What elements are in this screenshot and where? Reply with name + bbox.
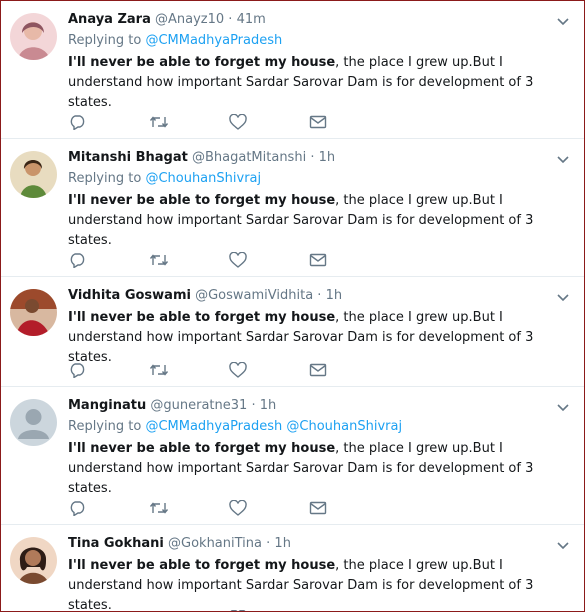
separator-dot: · bbox=[317, 288, 322, 303]
replying-to: Replying to @CMMadhyaPradesh bbox=[68, 32, 570, 50]
replying-label: Replying to bbox=[68, 33, 142, 48]
retweet-icon bbox=[149, 500, 169, 516]
tweet[interactable]: Mitanshi Bhagat @BhagatMitanshi · 1h Rep… bbox=[1, 139, 584, 277]
tweet[interactable]: Manginatu @guneratne31 · 1h Replying to … bbox=[1, 387, 584, 525]
retweet-button[interactable] bbox=[149, 361, 229, 379]
chevron-down-icon[interactable] bbox=[556, 13, 570, 26]
user-handle[interactable]: @GokhaniTina bbox=[168, 536, 262, 551]
user-handle[interactable]: @BhagatMitanshi bbox=[192, 150, 306, 165]
reply-button[interactable] bbox=[69, 251, 149, 269]
separator-dot: · bbox=[266, 536, 271, 551]
retweet-icon bbox=[149, 362, 169, 378]
replying-label: Replying to bbox=[68, 419, 142, 434]
like-button[interactable] bbox=[229, 499, 309, 517]
mention-link[interactable]: @CMMadhyaPradesh bbox=[145, 33, 282, 48]
user-handle[interactable]: @Anayz10 bbox=[155, 12, 224, 27]
separator-dot: · bbox=[251, 398, 256, 413]
tweet-text: I'll never be able to forget my house, t… bbox=[68, 556, 570, 611]
avatar[interactable] bbox=[10, 13, 57, 60]
timeline: Anaya Zara @Anayz10 · 41m Replying to @C… bbox=[0, 0, 585, 612]
tweet-header: Mitanshi Bhagat @BhagatMitanshi · 1h bbox=[68, 149, 570, 167]
avatar[interactable] bbox=[10, 289, 57, 336]
user-name[interactable]: Manginatu bbox=[68, 398, 146, 413]
separator-dot: · bbox=[310, 150, 315, 165]
tweet[interactable]: Vidhita Goswami @GoswamiVidhita · 1h I'l… bbox=[1, 277, 584, 387]
like-button[interactable] bbox=[229, 361, 309, 379]
tweet-header: Manginatu @guneratne31 · 1h bbox=[68, 397, 570, 415]
dm-button[interactable] bbox=[309, 361, 389, 379]
tweet-header: Anaya Zara @Anayz10 · 41m bbox=[68, 11, 570, 29]
dm-button[interactable] bbox=[309, 251, 389, 269]
separator-dot: · bbox=[228, 12, 233, 27]
tweet-time[interactable]: 1h bbox=[274, 536, 291, 551]
reply-icon bbox=[69, 500, 87, 516]
tweet-text: I'll never be able to forget my house, t… bbox=[68, 191, 570, 251]
tweet-text: I'll never be able to forget my house, t… bbox=[68, 53, 570, 113]
reply-icon bbox=[69, 114, 87, 130]
like-button[interactable] bbox=[229, 251, 309, 269]
tweet[interactable]: Tina Gokhani @GokhaniTina · 1h I'll neve… bbox=[1, 525, 584, 611]
tweet-actions bbox=[69, 361, 389, 379]
user-handle[interactable]: @guneratne31 bbox=[150, 398, 247, 413]
reply-button[interactable] bbox=[69, 499, 149, 517]
user-name[interactable]: Tina Gokhani bbox=[68, 536, 164, 551]
heart-icon bbox=[229, 114, 247, 130]
like-button[interactable] bbox=[229, 113, 309, 131]
tweet-actions bbox=[69, 251, 389, 269]
heart-icon bbox=[229, 362, 247, 378]
tweet-text-bold: I'll never be able to forget my house bbox=[68, 441, 336, 456]
retweet-icon bbox=[149, 252, 169, 268]
retweet-icon bbox=[149, 114, 169, 130]
chevron-down-icon[interactable] bbox=[556, 151, 570, 164]
tweet-time[interactable]: 41m bbox=[237, 12, 266, 27]
tweet-text-bold: I'll never be able to forget my house bbox=[68, 193, 336, 208]
user-name[interactable]: Vidhita Goswami bbox=[68, 288, 191, 303]
tweet-text: I'll never be able to forget my house, t… bbox=[68, 439, 570, 499]
tweet-header: Vidhita Goswami @GoswamiVidhita · 1h bbox=[68, 287, 570, 305]
retweet-button[interactable] bbox=[149, 251, 229, 269]
user-handle[interactable]: @GoswamiVidhita bbox=[195, 288, 313, 303]
reply-button[interactable] bbox=[69, 361, 149, 379]
dm-button[interactable] bbox=[309, 499, 389, 517]
envelope-icon bbox=[309, 362, 327, 378]
tweet-text-bold: I'll never be able to forget my house bbox=[68, 55, 336, 70]
mention-link[interactable]: @ChouhanShivraj bbox=[286, 419, 402, 434]
dm-button[interactable] bbox=[309, 113, 389, 131]
tweet-text-bold: I'll never be able to forget my house bbox=[68, 310, 336, 325]
avatar[interactable] bbox=[10, 537, 57, 584]
mention-link[interactable]: @CMMadhyaPradesh bbox=[145, 419, 282, 434]
tweet-header: Tina Gokhani @GokhaniTina · 1h bbox=[68, 535, 570, 553]
tweet-actions bbox=[69, 499, 389, 517]
envelope-icon bbox=[309, 500, 327, 516]
chevron-down-icon[interactable] bbox=[556, 537, 570, 550]
user-name[interactable]: Mitanshi Bhagat bbox=[68, 150, 188, 165]
tweet-time[interactable]: 1h bbox=[260, 398, 277, 413]
retweet-button[interactable] bbox=[149, 113, 229, 131]
tweet-time[interactable]: 1h bbox=[319, 150, 336, 165]
reply-icon bbox=[69, 252, 87, 268]
retweet-button[interactable] bbox=[149, 499, 229, 517]
heart-icon bbox=[229, 252, 247, 268]
tweet-actions bbox=[69, 113, 389, 131]
chevron-down-icon[interactable] bbox=[556, 399, 570, 412]
tweet-text-bold: I'll never be able to forget my house bbox=[68, 558, 336, 573]
reply-button[interactable] bbox=[69, 113, 149, 131]
tweet-time[interactable]: 1h bbox=[326, 288, 343, 303]
heart-icon bbox=[229, 500, 247, 516]
tweet[interactable]: Anaya Zara @Anayz10 · 41m Replying to @C… bbox=[1, 1, 584, 139]
user-name[interactable]: Anaya Zara bbox=[68, 12, 151, 27]
replying-to: Replying to @CMMadhyaPradesh @ChouhanShi… bbox=[68, 418, 570, 436]
envelope-icon bbox=[309, 252, 327, 268]
avatar[interactable] bbox=[10, 399, 57, 446]
reply-icon bbox=[69, 362, 87, 378]
replying-to: Replying to @ChouhanShivraj bbox=[68, 170, 570, 188]
tweet-text: I'll never be able to forget my house, t… bbox=[68, 308, 570, 368]
envelope-icon bbox=[309, 114, 327, 130]
avatar[interactable] bbox=[10, 151, 57, 198]
replying-label: Replying to bbox=[68, 171, 142, 186]
chevron-down-icon[interactable] bbox=[556, 289, 570, 302]
mention-link[interactable]: @ChouhanShivraj bbox=[145, 171, 261, 186]
